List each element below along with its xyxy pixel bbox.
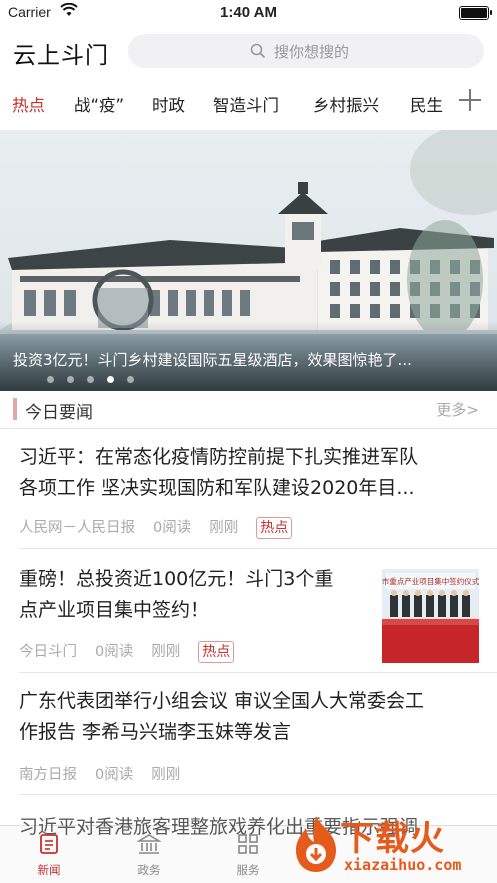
services-grid-icon [237,834,259,859]
article-meta: 今日斗门 0阅读 刚刚 热点 [19,640,252,663]
article-reads: 0阅读 [153,520,192,536]
article-source: 人民网－人民日报 [19,520,135,536]
tab-epidemic[interactable]: 战“疫” [74,92,124,116]
government-icon [136,834,162,859]
carousel-dot[interactable] [47,376,54,383]
tab-services-label: 服务 [236,863,260,877]
category-tabs: 热点 战“疫” 时政 智造斗门 乡村振兴 民生 [0,84,497,124]
tab-smart-manufacturing[interactable]: 智造斗门 [213,92,279,116]
article-meta: 人民网－人民日报 0阅读 刚刚 热点 [19,516,310,539]
article-item[interactable]: 习近平：在常态化疫情防控前提下扎实推进军队 各项工作 坚决实现国防和军队建设20… [0,428,497,546]
banner-carousel[interactable]: 投资3亿元！斗门乡村建设国际五星级酒店，效果图惊艳了... [0,130,497,391]
tab-government-label: 政务 [137,863,161,877]
article-headline: 广东代表团举行小组会议 审议全国人大常委会工 作报告 李希马兴瑞李玉妹等发言 [19,690,425,743]
watermark-url: xiazaihuo.com [344,856,462,874]
article-time: 刚刚 [209,520,239,536]
section-title: 今日要闻 [25,403,93,423]
tab-hot[interactable]: 热点 [12,92,45,116]
divider [19,794,497,795]
search-icon [250,43,266,63]
hot-badge: 热点 [256,517,293,539]
tab-services[interactable]: 服务 [218,833,278,878]
thumbnail-banner-text: 市重点产业项目集中签约仪式 [382,576,479,586]
article-headline: 习近平：在常态化疫情防控前提下扎实推进军队 各项工作 坚决实现国防和军队建设20… [19,446,419,499]
search-input[interactable]: 搜你想搜的 [128,34,484,68]
section-accent-bar [13,398,17,420]
article-headline: 重磅！总投资近100亿元！斗门3个重 点产业项目集中签约！ [19,568,334,621]
header: 云上斗门 搜你想搜的 [0,30,497,74]
carousel-dot-active[interactable] [107,376,114,383]
article-meta: 南方日报 0阅读 刚刚 [19,763,198,784]
tab-rural-revitalization[interactable]: 乡村振兴 [313,92,379,116]
article-item[interactable]: 广东代表团举行小组会议 审议全国人大常委会工 作报告 李希马兴瑞李玉妹等发言 南… [0,672,497,792]
more-link[interactable]: 更多> [436,399,479,420]
carousel-dot[interactable] [67,376,74,383]
carousel-dot[interactable] [87,376,94,383]
hot-badge: 热点 [198,641,235,663]
status-bar: Carrier 1:40 AM [0,0,497,26]
article-thumbnail[interactable]: 市重点产业项目集中签约仪式 [382,569,479,663]
app-title: 云上斗门 [13,43,109,69]
carousel-dot[interactable] [127,376,134,383]
search-placeholder: 搜你想搜的 [274,43,350,61]
article-source: 南方日报 [19,767,77,783]
watermark: 下载火 xiazaihuo.com [290,808,497,883]
article-source: 今日斗门 [19,644,77,660]
article-time: 刚刚 [151,767,181,783]
tab-news[interactable]: 新闻 [19,833,79,878]
article-time: 刚刚 [151,644,181,660]
tab-news-label: 新闻 [37,863,61,877]
banner-caption[interactable]: 投资3亿元！斗门乡村建设国际五星级酒店，效果图惊艳了... [13,349,493,370]
tab-livelihood[interactable]: 民生 [410,92,443,116]
section-header: 今日要闻 更多> [0,393,497,427]
clock: 1:40 AM [220,4,277,21]
flame-logo-icon [296,816,336,872]
news-icon [38,834,60,859]
battery-icon [459,6,492,20]
add-tab-icon[interactable] [456,86,484,114]
tab-politics[interactable]: 时政 [152,92,185,116]
article-reads: 0阅读 [95,767,134,783]
watermark-text: 下载火 [340,819,445,859]
article-reads: 0阅读 [95,644,134,660]
tab-government[interactable]: 政务 [119,833,179,878]
